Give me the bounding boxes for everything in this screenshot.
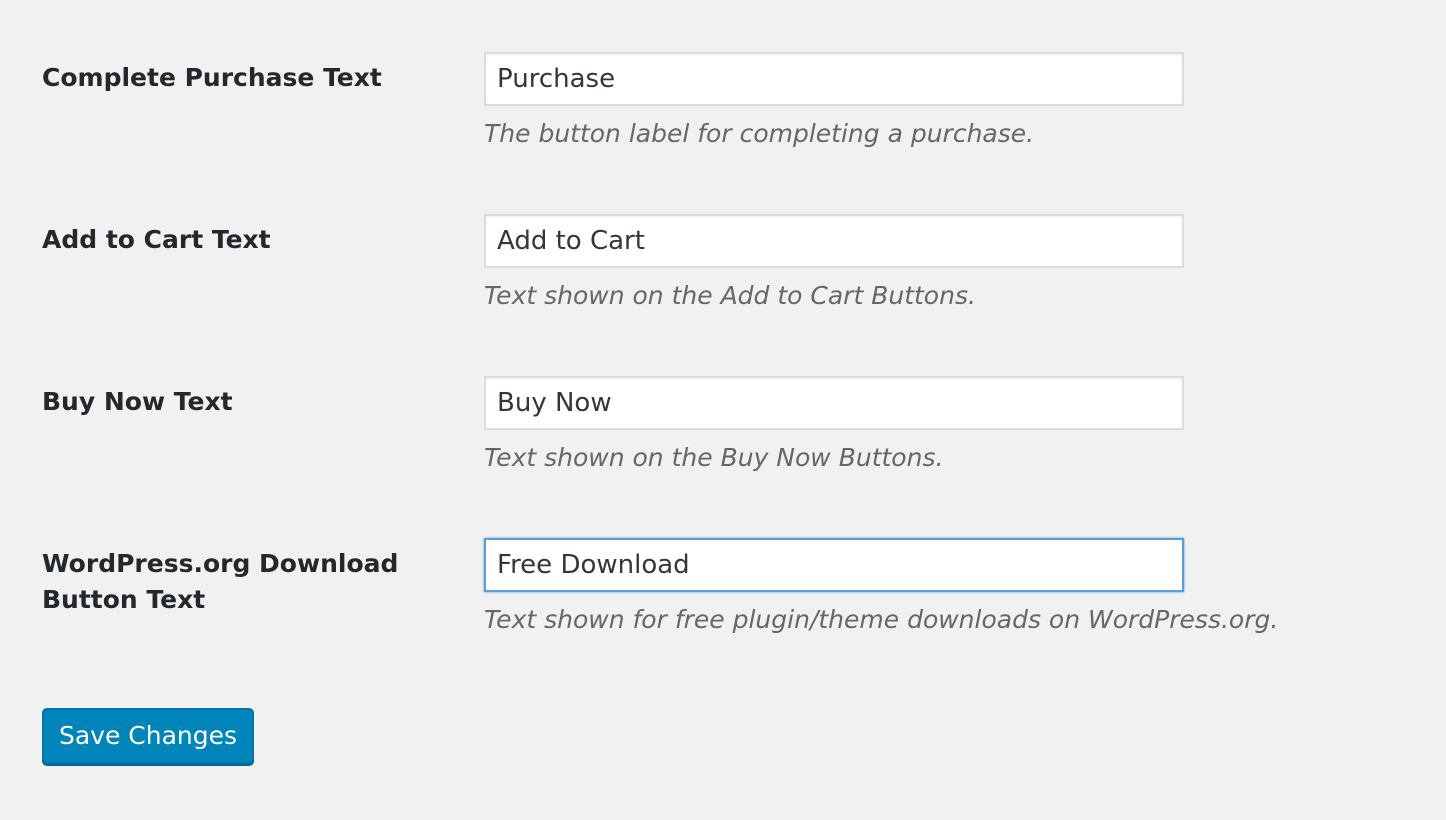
- wordpress-download-button-text-description: Text shown for free plugin/theme downloa…: [484, 605, 1279, 634]
- add-to-cart-text-label: Add to Cart Text: [42, 225, 271, 254]
- complete-purchase-text-input[interactable]: [484, 52, 1184, 106]
- buy-now-text-input[interactable]: [484, 376, 1184, 430]
- add-to-cart-text-description: Text shown on the Add to Cart Buttons.: [484, 281, 976, 310]
- buy-now-text-description: Text shown on the Buy Now Buttons.: [484, 443, 944, 472]
- buy-now-text-label: Buy Now Text: [42, 387, 233, 416]
- wordpress-download-button-text-input[interactable]: [484, 538, 1184, 592]
- add-to-cart-text-input[interactable]: [484, 214, 1184, 268]
- complete-purchase-text-description: The button label for completing a purcha…: [484, 119, 1035, 148]
- complete-purchase-text-label: Complete Purchase Text: [42, 63, 382, 92]
- save-changes-button[interactable]: Save Changes: [42, 708, 254, 764]
- wordpress-download-button-text-label: WordPress.org Download Button Text: [42, 549, 399, 614]
